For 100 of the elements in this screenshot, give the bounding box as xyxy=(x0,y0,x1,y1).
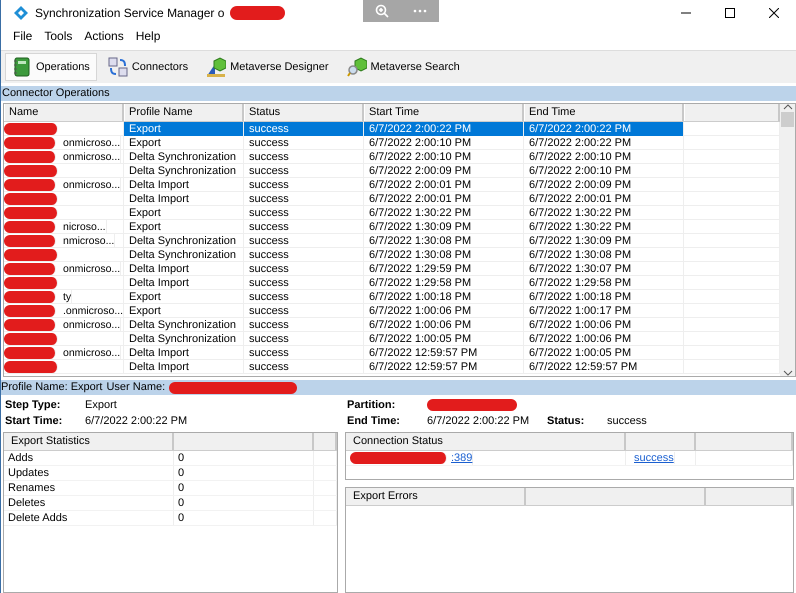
table-cell: 6/7/2022 1:00:17 PM xyxy=(524,304,684,318)
user-name-label: User Name: xyxy=(106,380,166,395)
table-cell: 6/7/2022 2:00:22 PM xyxy=(364,122,524,136)
table-cell: Delta Import xyxy=(124,192,244,206)
table-row[interactable]: Delta Import success 6/7/2022 2:00:01 PM 6/7/2022 2:00:01 PM xyxy=(4,192,780,206)
table-cell: 6/7/2022 2:00:10 PM xyxy=(364,136,524,150)
table-cell: 6/7/2022 1:00:18 PM xyxy=(524,290,684,304)
menu-item[interactable]: File xyxy=(7,29,38,43)
table-cell: 6/7/2022 2:00:22 PM xyxy=(524,122,684,136)
table-row[interactable]: .onmicroso... Export success 6/7/2022 1:00:06 PM 6/7/2022 1:00:17 PM xyxy=(4,304,780,318)
table-cell: 6/7/2022 1:30:22 PM xyxy=(364,206,524,220)
table-cell: success xyxy=(244,248,364,262)
close-icon[interactable] xyxy=(769,8,779,18)
table-cell: success xyxy=(244,304,364,318)
table-cell: success xyxy=(244,276,364,290)
more-icon xyxy=(413,9,427,13)
vertical-scrollbar[interactable] xyxy=(780,104,795,376)
table-cell: nmicroso... xyxy=(58,234,116,248)
table-row[interactable]: Delta Synchronization success 6/7/2022 2:00:09 PM 6/7/2022 2:00:10 PM xyxy=(4,164,780,178)
table-cell: 6/7/2022 2:00:09 PM xyxy=(364,164,524,178)
table-row[interactable]: onmicroso... Delta Import success 6/7/2022 1:29:59 PM 6/7/2022 1:30:07 PM xyxy=(4,262,780,276)
table-cell: success xyxy=(244,192,364,206)
table-row[interactable]: Delta Import success 6/7/2022 1:29:58 PM 6/7/2022 1:29:58 PM xyxy=(4,276,780,290)
menu-item[interactable]: Help xyxy=(130,29,166,43)
menu-item[interactable]: Tools xyxy=(38,29,78,43)
notebook-icon xyxy=(12,57,32,77)
table-row[interactable]: onmicroso... Delta Synchronization success 6/7/2022 2:00:10 PM 6/7/2022 2:00:10 PM xyxy=(4,150,780,164)
cube-ruler-icon xyxy=(206,57,226,77)
table-cell: 6/7/2022 2:00:01 PM xyxy=(524,192,684,206)
table-cell: 6/7/2022 1:00:06 PM xyxy=(524,318,684,332)
field-label: Partition: xyxy=(347,399,396,413)
table-row[interactable]: Delta Synchronization success 6/7/2022 1:30:08 PM 6/7/2022 1:30:08 PM xyxy=(4,248,780,262)
table-row[interactable]: Delta Import success 6/7/2022 12:59:57 PM 6/7/2022 12:59:57 PM xyxy=(4,360,780,374)
app-diamond-icon xyxy=(13,4,29,20)
table-cell: Delta Synchronization xyxy=(124,318,244,332)
table-cell: success xyxy=(244,122,364,136)
table-cell: Export xyxy=(124,304,244,318)
table-row[interactable]: nmicroso... Delta Synchronization success 6/7/2022 1:30:08 PM 6/7/2022 1:30:09 PM xyxy=(4,234,780,248)
table-cell: success xyxy=(244,318,364,332)
maximize-icon[interactable] xyxy=(725,8,735,18)
table-cell: success xyxy=(244,234,364,248)
section-header: Connector Operations xyxy=(1,86,796,101)
table-cell: 6/7/2022 1:30:22 PM xyxy=(524,220,684,234)
profile-name-label: Profile Name: Export xyxy=(1,380,102,395)
table-cell: success xyxy=(244,332,364,346)
table-cell: onmicroso... xyxy=(58,262,122,276)
table-cell: Delta Import xyxy=(124,262,244,276)
status-link[interactable]: success xyxy=(630,452,675,464)
cube-magnifier-icon xyxy=(346,57,367,77)
table-row[interactable]: Delta Synchronization success 6/7/2022 1:00:05 PM 6/7/2022 1:00:06 PM xyxy=(4,332,780,346)
table-row[interactable]: nicroso... Export success 6/7/2022 1:30:09 PM 6/7/2022 1:30:22 PM xyxy=(4,220,780,234)
field-label: Start Time: xyxy=(5,415,64,427)
table-cell: 6/7/2022 2:00:10 PM xyxy=(524,150,684,164)
table-row[interactable]: Export success 6/7/2022 2:00:22 PM 6/7/2022 2:00:22 PM xyxy=(4,122,780,136)
toolbar-button[interactable]: Metaverse Designer xyxy=(199,53,336,81)
toolbar-button[interactable]: Connectors xyxy=(100,53,196,81)
table-cell: 6/7/2022 2:00:01 PM xyxy=(364,192,524,206)
table-cell: 6/7/2022 12:59:57 PM xyxy=(364,360,524,374)
table-cell: nicroso... xyxy=(58,220,107,234)
table-row[interactable]: onmicroso... Delta Synchronization success 6/7/2022 1:00:06 PM 6/7/2022 1:00:06 PM xyxy=(4,318,780,332)
connector-arrows-icon xyxy=(108,57,128,77)
field-label: End Time: xyxy=(347,415,401,427)
table-cell: onmicroso... xyxy=(58,318,122,332)
table-cell: 6/7/2022 1:00:06 PM xyxy=(364,304,524,318)
table-cell: 6/7/2022 1:00:05 PM xyxy=(524,346,684,360)
table-cell: 6/7/2022 12:59:57 PM xyxy=(524,360,684,374)
column-header[interactable]: Name xyxy=(4,104,124,121)
table-row[interactable]: onmicroso... Export success 6/7/2022 2:00:10 PM 6/7/2022 2:00:22 PM xyxy=(4,136,780,150)
table-cell: Delta Synchronization xyxy=(124,164,244,178)
scrollbar-thumb[interactable] xyxy=(781,112,794,127)
server-link[interactable]: :389 xyxy=(447,451,474,465)
table-cell: success xyxy=(244,262,364,276)
table-cell: 6/7/2022 1:30:08 PM xyxy=(364,248,524,262)
table-cell: 6/7/2022 1:29:58 PM xyxy=(364,276,524,290)
toolbar-button[interactable]: Operations xyxy=(5,53,97,81)
table-row[interactable]: Export success 6/7/2022 1:30:22 PM 6/7/2022 1:30:22 PM xyxy=(4,206,780,220)
table-cell: Adds xyxy=(4,451,174,465)
table-cell: 6/7/2022 1:30:07 PM xyxy=(524,262,684,276)
table-cell: success xyxy=(244,220,364,234)
table-cell: Deletes xyxy=(4,496,174,510)
menu-item[interactable]: Actions xyxy=(78,29,130,43)
table-cell: 6/7/2022 1:29:58 PM xyxy=(524,276,684,290)
field-label: Status: xyxy=(547,415,586,427)
table-cell: Export xyxy=(124,290,244,304)
table-cell: success xyxy=(244,178,364,192)
field-value: 6/7/2022 2:00:22 PM xyxy=(427,415,530,427)
table-cell: Delta Import xyxy=(124,360,244,374)
table-cell: Updates xyxy=(4,466,174,480)
table-row[interactable]: ty Export success 6/7/2022 1:00:18 PM 6/7/2022 1:00:18 PM xyxy=(4,290,780,304)
table-cell: success xyxy=(244,136,364,150)
table-row[interactable]: onmicroso... Delta Import success 6/7/2022 2:00:01 PM 6/7/2022 2:00:09 PM xyxy=(4,178,780,192)
table-cell: success xyxy=(244,164,364,178)
table-cell: 6/7/2022 2:00:10 PM xyxy=(364,150,524,164)
table-cell: onmicroso... xyxy=(58,178,122,192)
table-cell: success xyxy=(244,206,364,220)
toolbar-button[interactable]: Metaverse Search xyxy=(340,53,467,81)
field-value: success xyxy=(607,415,648,427)
table-row[interactable]: onmicroso... Delta Import success 6/7/2022 12:59:57 PM 6/7/2022 1:00:05 PM xyxy=(4,346,780,360)
table-cell: Delta Synchronization xyxy=(124,248,244,262)
table-cell: Delta Synchronization xyxy=(124,150,244,164)
